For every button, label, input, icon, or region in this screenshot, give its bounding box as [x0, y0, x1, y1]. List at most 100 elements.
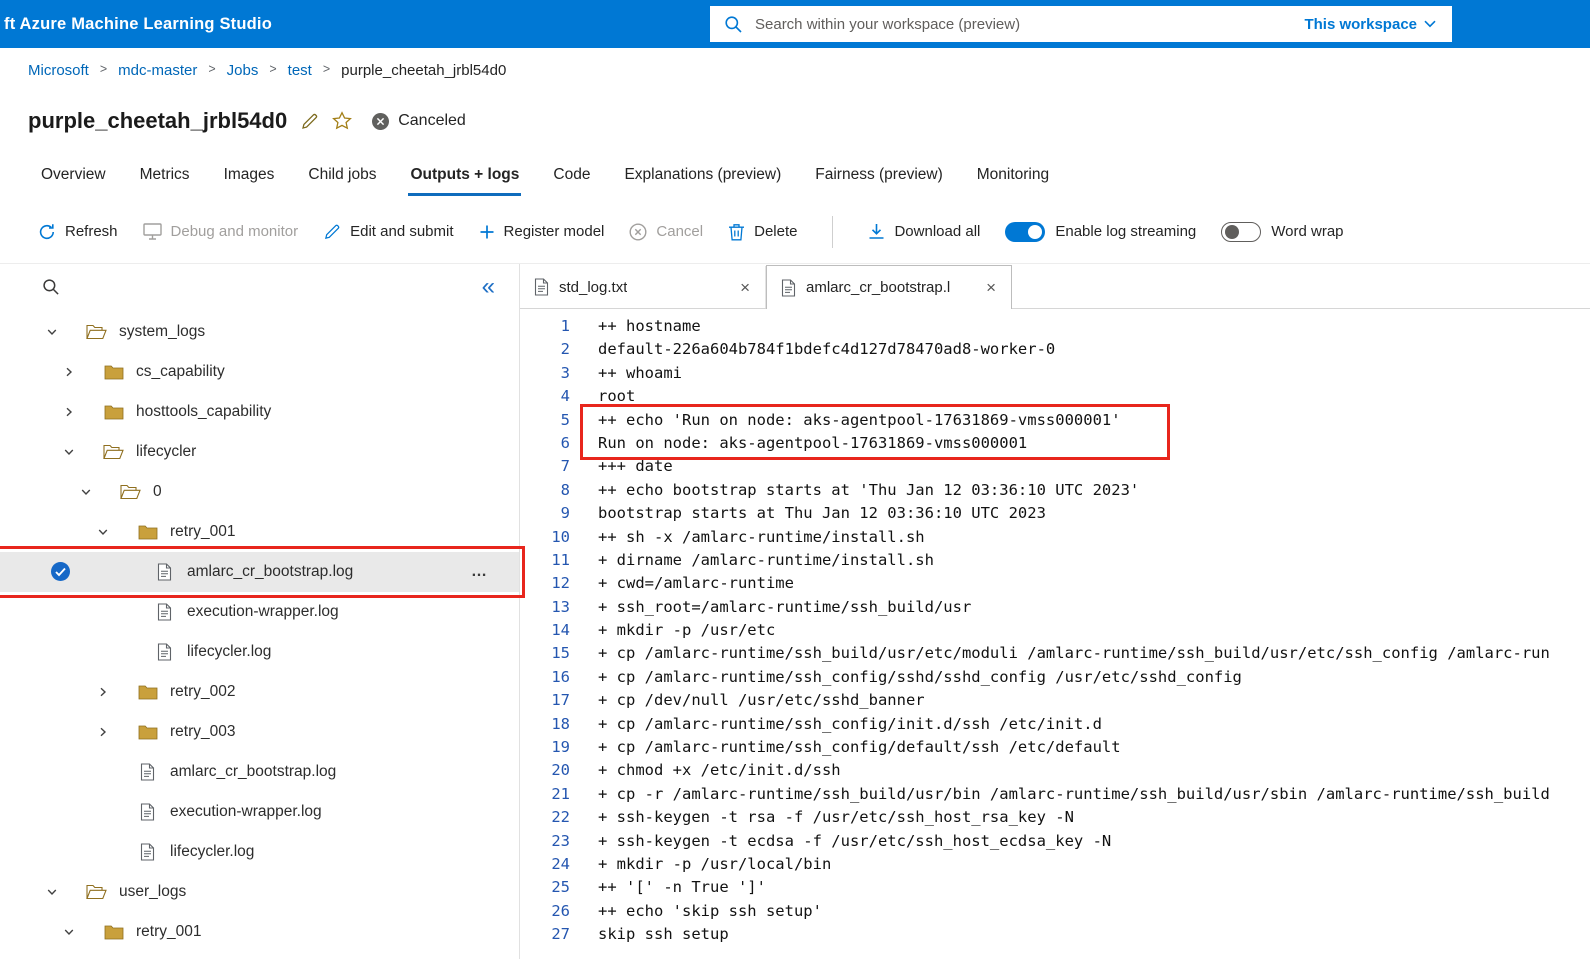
- line-text: ++ echo bootstrap starts at 'Thu Jan 12 …: [598, 480, 1140, 499]
- tab-metrics[interactable]: Metrics: [123, 150, 207, 200]
- breadcrumb-item-jobs[interactable]: Jobs: [227, 62, 259, 79]
- job-tabs: Overview Metrics Images Child jobs Outputs +…: [0, 150, 1590, 200]
- file-tab-label: std_log.txt: [559, 278, 628, 296]
- refresh-label: Refresh: [65, 223, 118, 240]
- chevron-right-icon[interactable]: [95, 726, 111, 738]
- log-line: 5 ++ echo 'Run on node: aks-agentpool-176…: [520, 409, 1590, 432]
- line-text: bootstrap starts at Thu Jan 12 03:36:10 …: [598, 504, 1046, 523]
- chevron-down-icon[interactable]: [44, 886, 60, 898]
- register-model-button[interactable]: Register model: [479, 223, 604, 240]
- log-line: 14 + mkdir -p /usr/etc: [520, 619, 1590, 642]
- topbar: ft Azure Machine Learning Studio This wo…: [0, 0, 1590, 48]
- tab-monitoring[interactable]: Monitoring: [960, 150, 1066, 200]
- refresh-button[interactable]: Refresh: [38, 223, 118, 241]
- tree-folder-retry-001[interactable]: retry_001: [0, 512, 519, 552]
- collapse-panel-icon[interactable]: «: [482, 275, 495, 299]
- chevron-down-icon[interactable]: [78, 486, 94, 498]
- item-more-menu-button[interactable]: …: [471, 563, 489, 581]
- tab-overview[interactable]: Overview: [24, 150, 123, 200]
- word-wrap-toggle[interactable]: [1221, 221, 1262, 242]
- tree-item-label: hosttools_capability: [136, 403, 272, 420]
- tree-folder-0[interactable]: 0: [0, 472, 519, 512]
- tree-folder-system-logs[interactable]: system_logs: [0, 312, 519, 352]
- log-line: 12 + cwd=/amlarc-runtime: [520, 572, 1590, 595]
- line-text: + cp /amlarc-runtime/ssh_config/sshd/ssh…: [598, 667, 1242, 686]
- log-streaming-toggle[interactable]: [1005, 221, 1046, 242]
- log-line: 3 ++ whoami: [520, 362, 1590, 385]
- file-tab-amlarc-cr-bootstrap-l[interactable]: amlarc_cr_bootstrap.l ×: [766, 265, 1012, 309]
- tab-code[interactable]: Code: [536, 150, 607, 200]
- chevron-down-icon[interactable]: [61, 926, 77, 938]
- tree-item-label: retry_003: [170, 723, 236, 740]
- breadcrumb-item-mdc-master[interactable]: mdc-master: [118, 62, 197, 79]
- workspace-selector[interactable]: This workspace: [1288, 16, 1452, 33]
- line-number: 25: [551, 878, 570, 897]
- tree-file-execution-wrapper-log[interactable]: execution-wrapper.log: [0, 592, 519, 632]
- log-line: 4 root: [520, 385, 1590, 408]
- close-tab-icon[interactable]: ×: [737, 279, 753, 296]
- tab-child-jobs[interactable]: Child jobs: [291, 150, 393, 200]
- tree-folder-retry-001[interactable]: retry_001: [0, 912, 519, 952]
- chevron-down-icon[interactable]: [61, 446, 77, 458]
- debug-monitor-icon: [142, 223, 162, 240]
- line-text: + mkdir -p /usr/local/bin: [598, 854, 832, 873]
- cancel-button[interactable]: Cancel: [629, 222, 703, 241]
- tree-file-lifecycler-log[interactable]: lifecycler.log: [0, 832, 519, 872]
- tab-fairness-preview[interactable]: Fairness (preview): [798, 150, 959, 200]
- tree-folder-hosttools-capability[interactable]: hosttools_capability: [0, 392, 519, 432]
- line-number: 5: [560, 410, 570, 429]
- line-number: 17: [551, 691, 570, 710]
- line-text: ++ '[' -n True ']': [598, 878, 766, 897]
- folder-open-icon: [120, 484, 141, 500]
- tree-item-label: amlarc_cr_bootstrap.log: [170, 763, 337, 780]
- debug-and-monitor-button[interactable]: Debug and monitor: [142, 223, 299, 240]
- line-text: ++ whoami: [598, 363, 682, 382]
- workspace-search-input[interactable]: [753, 14, 1289, 34]
- tree-folder-user-logs[interactable]: user_logs: [0, 872, 519, 912]
- folder-open-icon: [86, 884, 107, 900]
- line-number: 6: [560, 433, 570, 452]
- tree-folder-retry-002[interactable]: retry_002: [0, 672, 519, 712]
- log-line: 8 ++ echo bootstrap starts at 'Thu Jan 12…: [520, 479, 1590, 502]
- chevron-down-icon[interactable]: [95, 526, 111, 538]
- tab-explanations-preview[interactable]: Explanations (preview): [607, 150, 798, 200]
- tab-images[interactable]: Images: [207, 150, 292, 200]
- tree-folder-retry-003[interactable]: retry_003: [0, 712, 519, 752]
- breadcrumb-item-test[interactable]: test: [288, 62, 312, 79]
- edit-and-submit-button[interactable]: Edit and submit: [323, 223, 454, 241]
- tree-folder-lifecycler[interactable]: lifecycler: [0, 432, 519, 472]
- debug-label: Debug and monitor: [170, 223, 299, 240]
- refresh-icon: [38, 223, 56, 241]
- line-text: + mkdir -p /usr/etc: [598, 621, 776, 640]
- edit-title-pencil-icon[interactable]: [300, 112, 319, 131]
- tree-file-amlarc-cr-bootstrap-log[interactable]: amlarc_cr_bootstrap.log: [0, 752, 519, 792]
- line-text: default-226a604b784f1bdefc4d127d78470ad8…: [598, 340, 1056, 359]
- line-text: + ssh_root=/amlarc-runtime/ssh_build/usr: [598, 597, 972, 616]
- line-number: 12: [551, 574, 570, 593]
- breadcrumb-separator-icon: >: [99, 62, 108, 76]
- file-tab-std-log-txt[interactable]: std_log.txt ×: [520, 266, 766, 308]
- line-number: 19: [551, 738, 570, 757]
- tree-file-execution-wrapper-log[interactable]: execution-wrapper.log: [0, 792, 519, 832]
- tree-search-icon[interactable]: [42, 278, 60, 296]
- tree-folder-cs-capability[interactable]: cs_capability: [0, 352, 519, 392]
- edit-pencil-icon: [323, 223, 341, 241]
- chevron-down-icon[interactable]: [44, 326, 60, 338]
- delete-button[interactable]: Delete: [728, 223, 797, 241]
- tree-file-amlarc-cr-bootstrap-log[interactable]: amlarc_cr_bootstrap.log…: [0, 546, 525, 598]
- job-title-row: purple_cheetah_jrbl54d0 Canceled: [0, 92, 1590, 150]
- favorite-star-icon[interactable]: [332, 111, 353, 131]
- folder-icon: [137, 524, 158, 540]
- line-text: skip ssh setup: [598, 925, 729, 944]
- line-number: 2: [560, 340, 570, 359]
- chevron-right-icon[interactable]: [61, 406, 77, 418]
- workspace-searchbar: This workspace: [710, 6, 1452, 42]
- breadcrumb-item-microsoft[interactable]: Microsoft: [28, 62, 89, 79]
- close-tab-icon[interactable]: ×: [983, 279, 999, 296]
- chevron-right-icon[interactable]: [61, 366, 77, 378]
- word-wrap-toggle-group: Word wrap: [1221, 221, 1344, 242]
- chevron-right-icon[interactable]: [95, 686, 111, 698]
- tab-outputs-logs[interactable]: Outputs + logs: [393, 150, 536, 200]
- download-all-button[interactable]: Download all: [868, 223, 980, 240]
- tree-file-lifecycler-log[interactable]: lifecycler.log: [0, 632, 519, 672]
